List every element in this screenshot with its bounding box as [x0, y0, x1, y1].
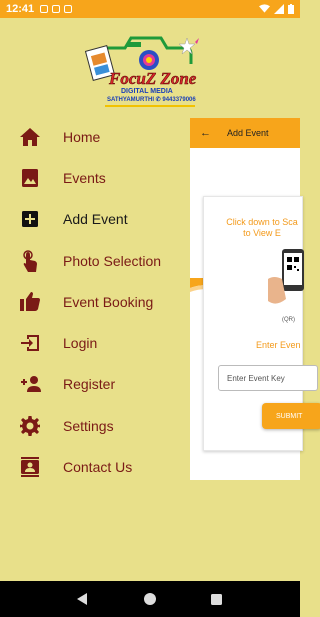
nav-item-settings[interactable]: Settings: [0, 405, 190, 446]
nav-label-events: Events: [63, 169, 106, 186]
touch-icon: [19, 249, 41, 272]
notification-icon: [52, 5, 61, 13]
brand-logo: FocuZ Zone DIGITAL MEDIA SATHYAMURTHI ✆ …: [85, 36, 199, 107]
nav-label-home: Home: [63, 128, 101, 145]
nav-label-event-booking: Event Booking: [63, 293, 154, 310]
brand-contact: SATHYAMURTHI ✆ 9443379006: [107, 96, 196, 103]
app-bar: ← Add Event: [190, 118, 300, 148]
nav-item-register[interactable]: Register: [0, 364, 190, 405]
status-time: 12:41: [6, 3, 35, 15]
image-icon: [19, 167, 41, 189]
event-key-input[interactable]: Enter Event Key: [218, 365, 318, 391]
signal-icon: [274, 4, 284, 14]
qr-label: (QR): [282, 317, 295, 323]
nav-item-home[interactable]: Home: [0, 116, 190, 157]
gear-icon: [19, 415, 41, 437]
nav-label-contact-us: Contact Us: [63, 459, 133, 476]
nav-item-add-event[interactable]: Add Event: [0, 199, 190, 240]
back-icon[interactable]: [73, 589, 93, 609]
login-icon: [19, 332, 41, 354]
person-add-icon: [19, 373, 41, 395]
notification-icon: [40, 5, 49, 13]
nav-item-event-booking[interactable]: Event Booking: [0, 281, 190, 322]
submit-label: SUBMIT: [276, 412, 303, 420]
qr-phone-image[interactable]: [264, 249, 304, 309]
scan-instruction: Click down to Sca: [226, 217, 298, 227]
home-icon: [19, 126, 41, 148]
event-key-placeholder: Enter Event Key: [227, 373, 285, 383]
nav-item-photo-selection[interactable]: Photo Selection: [0, 240, 190, 281]
home-button-icon[interactable]: [140, 589, 160, 609]
battery-icon: [288, 4, 294, 14]
screen-title: Add Event: [227, 128, 269, 138]
nav-label-photo-selection: Photo Selection: [63, 252, 162, 269]
navigation-drawer: FocuZ Zone DIGITAL MEDIA SATHYAMURTHI ✆ …: [0, 18, 199, 581]
thumbs-up-icon: [19, 291, 41, 313]
brand-tagline: DIGITAL MEDIA: [121, 88, 173, 95]
nav-label-register: Register: [63, 376, 116, 393]
nav-label-add-event: Add Event: [63, 211, 128, 228]
nav-item-events[interactable]: Events: [0, 157, 190, 198]
wifi-icon: [259, 4, 270, 13]
nav-label-settings: Settings: [63, 417, 114, 434]
scan-instruction-2: to View E: [243, 228, 281, 238]
nav-label-login: Login: [63, 335, 98, 352]
brand-name: FocuZ Zone: [108, 69, 197, 88]
back-arrow-icon[interactable]: ←: [200, 127, 211, 139]
nav-item-login[interactable]: Login: [0, 322, 190, 363]
submit-button[interactable]: SUBMIT: [262, 403, 320, 429]
drawer-menu: Home Events Add Event Photo Selection Ev…: [0, 116, 190, 488]
add-box-icon: [19, 208, 41, 230]
enter-event-label: Enter Even: [256, 340, 301, 350]
content-panel: Click down to Sca to View E (QR) Enter E…: [190, 148, 320, 480]
contact-icon: [19, 456, 41, 478]
nav-item-contact-us[interactable]: Contact Us: [0, 446, 190, 487]
status-bar: 12:41: [0, 0, 300, 18]
recents-icon[interactable]: [207, 589, 227, 609]
event-key-card: Click down to Sca to View E (QR) Enter E…: [203, 196, 320, 451]
system-navigation-bar: [0, 581, 300, 617]
sd-card-icon: [64, 5, 73, 13]
